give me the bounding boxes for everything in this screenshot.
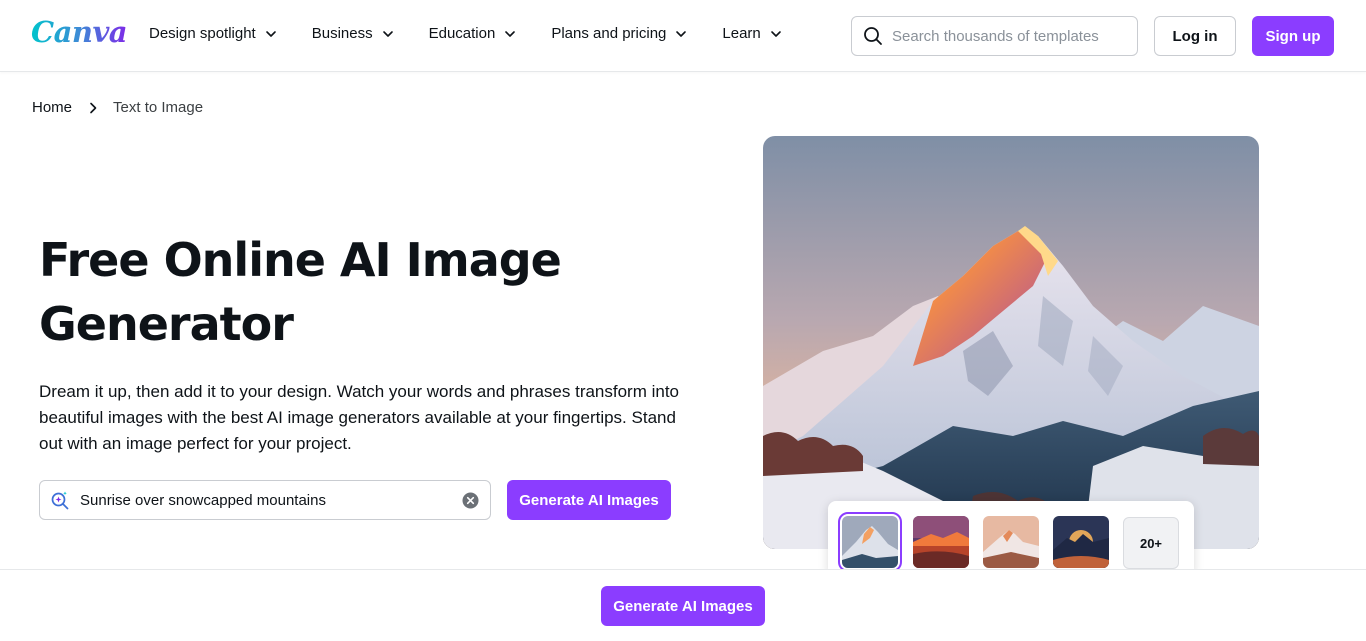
nav-label: Design spotlight [149,25,256,42]
thumbnail-4[interactable] [1053,516,1109,568]
nav-education[interactable]: Education [429,25,517,42]
nav-label: Plans and pricing [551,25,667,42]
signup-button[interactable]: Sign up [1252,16,1334,56]
thumbnail-2[interactable] [913,516,969,568]
chevron-down-icon [676,30,687,37]
magic-search-icon [51,491,69,510]
login-button[interactable]: Log in [1154,16,1236,56]
sticky-generate-button[interactable]: Generate AI Images [601,586,765,626]
hero-description: Dream it up, then add it to your design.… [39,382,680,453]
chevron-down-icon [265,30,276,37]
nav-label: Business [311,25,373,42]
chevron-down-icon [382,30,393,37]
hero-mountain-image [763,136,1259,549]
chevron-right-icon [90,102,97,113]
search-icon [864,27,882,45]
chevron-down-icon [770,30,781,37]
page-title: Free Online AI Image Generator [39,233,562,351]
nav-label: Learn [722,25,761,42]
canva-logo[interactable]: Canva [31,15,128,49]
nav-learn[interactable]: Learn [722,25,781,42]
nav-business[interactable]: Business [312,25,394,42]
more-variations-button[interactable]: 20+ [1123,517,1179,569]
main-nav: Design spotlight Business Education Plan… [149,25,782,42]
template-search[interactable] [851,16,1138,56]
thumbnail-1[interactable] [838,512,902,572]
variation-thumbnails: 20+ [828,501,1194,573]
site-header: Canva Design spotlight Business Educatio… [0,0,1366,72]
thumbnail-3[interactable] [983,516,1039,568]
generate-button[interactable]: Generate AI Images [507,480,671,520]
sticky-cta-bar: Generate AI Images [0,569,1366,641]
clear-icon[interactable] [462,492,479,509]
prompt-field[interactable] [39,480,491,520]
breadcrumb-current: Text to Image [113,99,204,116]
breadcrumb: Home Text to Image [32,99,203,116]
prompt-input[interactable] [80,491,450,509]
search-input[interactable] [892,27,1122,45]
nav-design-spotlight[interactable]: Design spotlight [149,25,277,42]
nav-plans-pricing[interactable]: Plans and pricing [551,25,687,42]
nav-label: Education [428,25,496,42]
breadcrumb-home[interactable]: Home [32,99,72,116]
chevron-down-icon [505,30,516,37]
